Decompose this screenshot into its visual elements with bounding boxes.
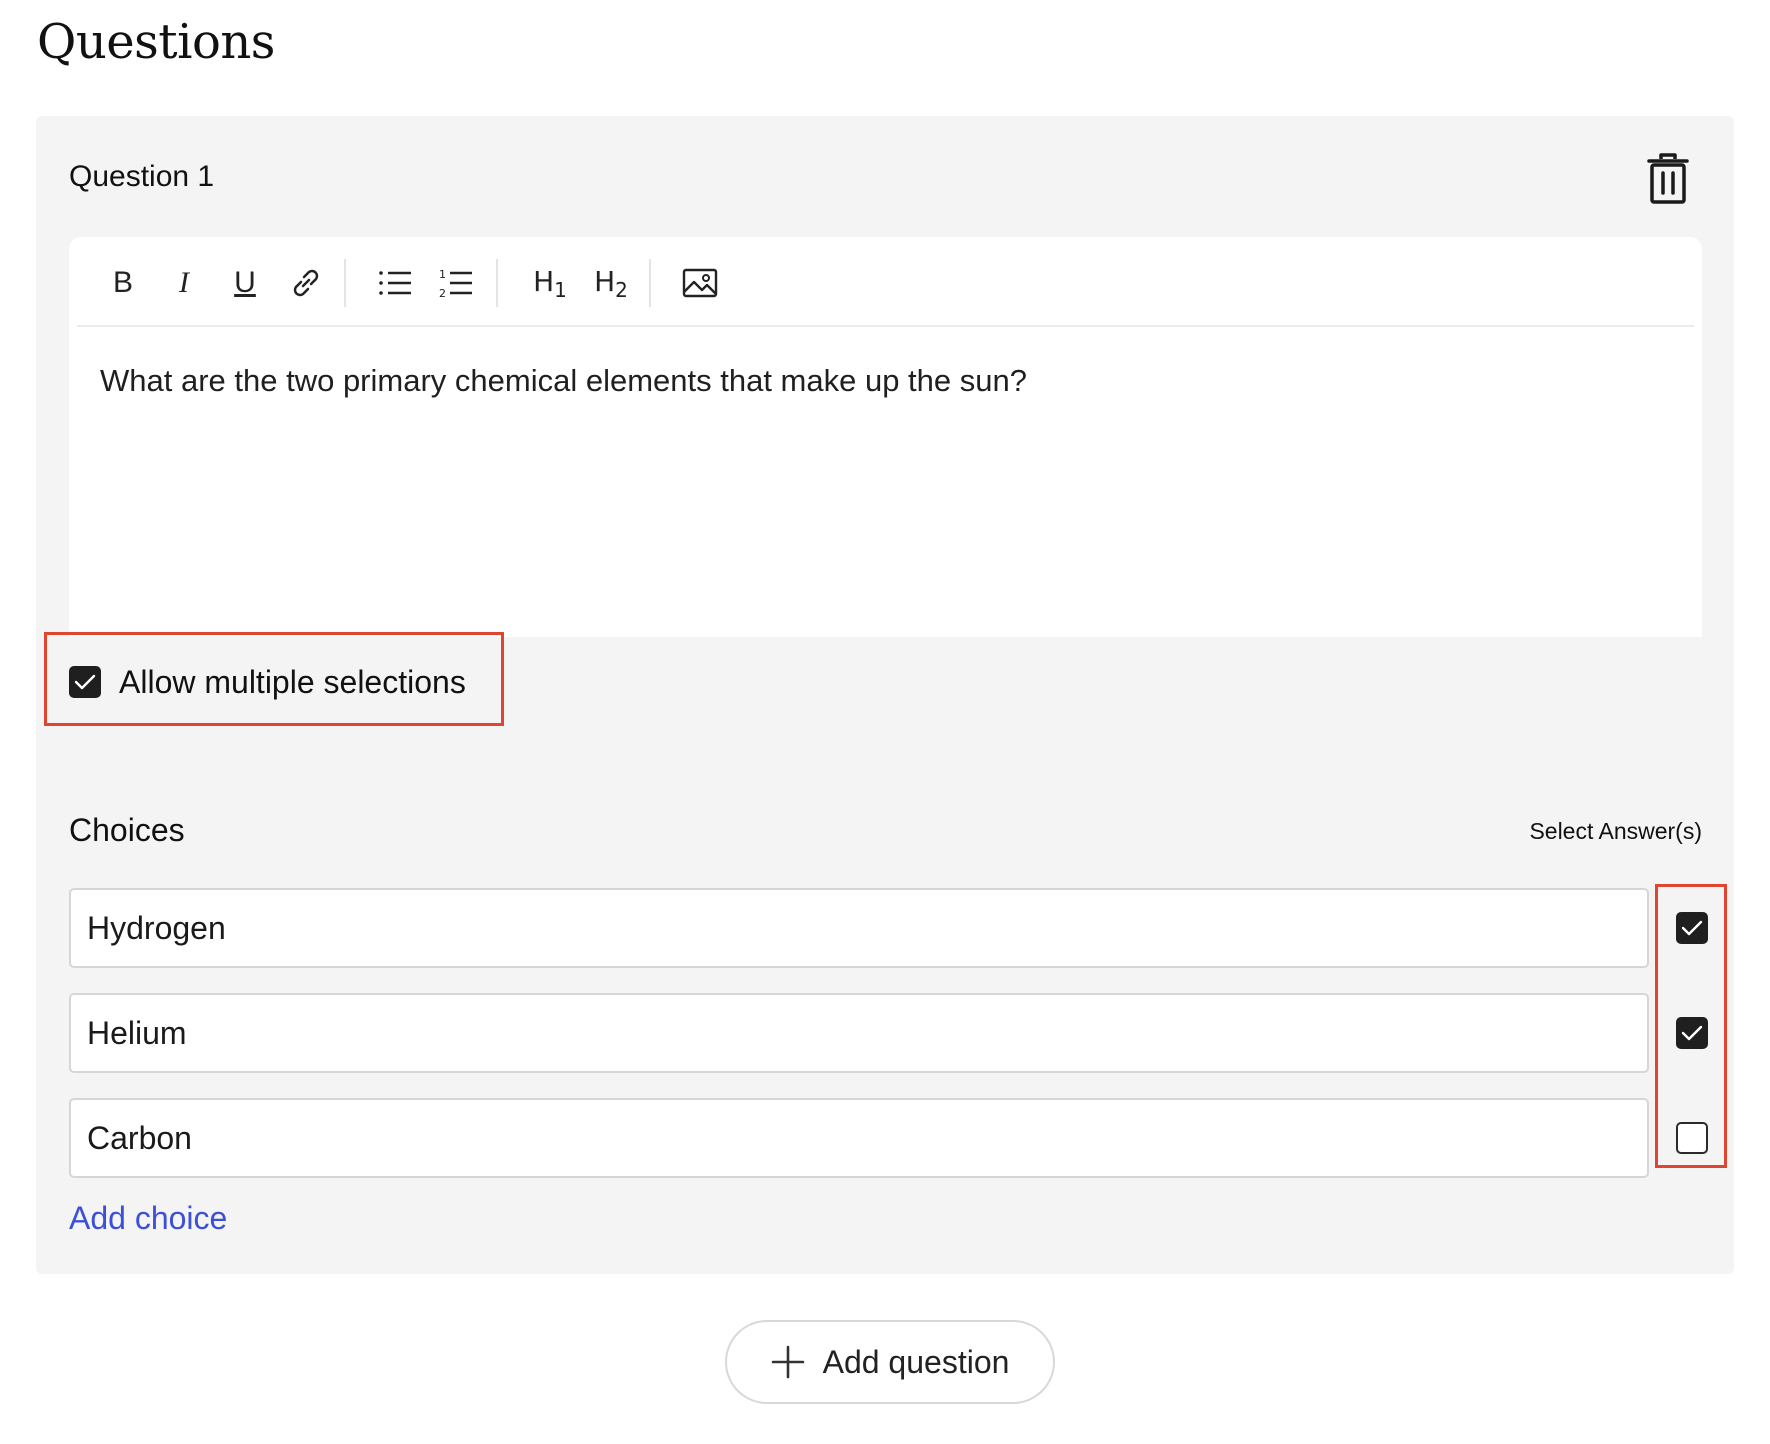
checkbox-checked[interactable] [69, 666, 101, 698]
numbered-list-button[interactable]: 1 2 [434, 261, 478, 305]
heading2-icon: H2 [594, 264, 628, 302]
underline-button[interactable]: U [223, 261, 267, 305]
bold-icon: B [112, 266, 133, 299]
heading2-button[interactable]: H2 [587, 261, 635, 305]
italic-button[interactable]: I [162, 261, 206, 305]
image-icon [682, 268, 718, 298]
bold-button[interactable]: B [101, 261, 145, 305]
editor-toolbar: B I U 1 2 H1 H2 [77, 237, 1694, 327]
answer-checkbox-1[interactable] [1676, 912, 1708, 944]
allow-multiple-label: Allow multiple selections [119, 663, 466, 700]
choice-input-1[interactable] [69, 888, 1649, 968]
italic-icon: I [179, 266, 189, 299]
choices-heading: Choices [69, 812, 185, 848]
select-answers-label: Select Answer(s) [1529, 818, 1702, 844]
svg-text:2: 2 [439, 287, 446, 299]
link-button[interactable] [284, 261, 328, 305]
trash-icon[interactable] [1646, 152, 1690, 206]
bullet-list-icon [379, 271, 411, 295]
image-button[interactable] [678, 261, 722, 305]
answer-checkbox-2[interactable] [1676, 1017, 1708, 1049]
allow-multiple-checkbox[interactable]: Allow multiple selections [69, 660, 466, 704]
answer-checkbox-3[interactable] [1676, 1122, 1708, 1154]
bullet-list-button[interactable] [373, 261, 417, 305]
heading1-icon: H1 [533, 264, 567, 302]
question-editor[interactable]: B I U 1 2 H1 H2 What are the two primary… [69, 237, 1702, 637]
page-title: Questions [37, 14, 275, 70]
underline-icon: U [234, 266, 256, 299]
add-choice-link[interactable]: Add choice [69, 1200, 227, 1237]
checkmark-icon [1681, 920, 1703, 936]
add-question-button[interactable]: Add question [725, 1320, 1055, 1404]
choice-input-2[interactable] [69, 993, 1649, 1073]
choice-input-3[interactable] [69, 1098, 1649, 1178]
heading1-button[interactable]: H1 [526, 261, 574, 305]
question-title: Question 1 [69, 160, 215, 193]
link-icon [293, 269, 319, 297]
numbered-list-icon: 1 2 [439, 268, 472, 299]
add-question-label: Add question [822, 1343, 1010, 1380]
plus-icon [771, 1345, 804, 1379]
question-text[interactable]: What are the two primary chemical elemen… [100, 363, 1682, 399]
checkmark-icon [74, 674, 96, 690]
svg-text:1: 1 [439, 268, 446, 281]
checkmark-icon [1681, 1025, 1703, 1041]
